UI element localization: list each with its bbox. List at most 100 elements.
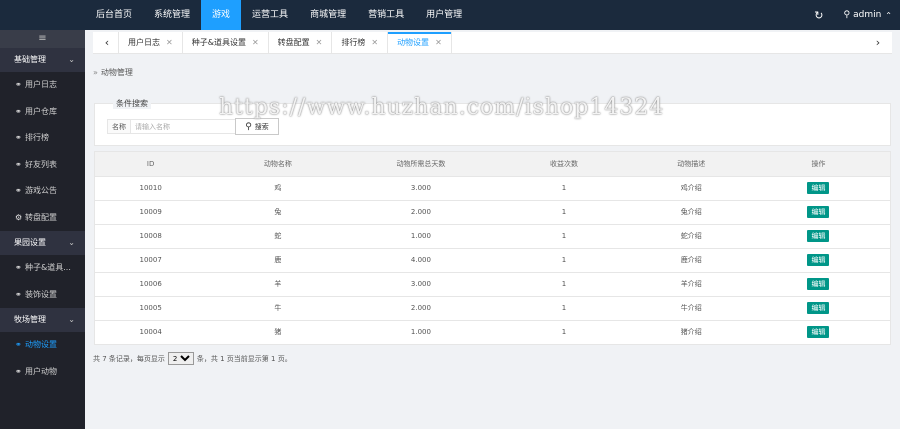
close-icon[interactable]: ✕: [166, 38, 173, 47]
top-nav: 后台首页 系统管理 游戏 运营工具 商城管理 营销工具 用户管理: [85, 0, 473, 30]
chevron-up-icon[interactable]: ⌃: [885, 11, 892, 20]
page-size-select[interactable]: 20: [167, 352, 194, 365]
sidebar-item-decoration[interactable]: ⚭ 装饰设置: [0, 282, 85, 309]
table-row: 10004 猪 1.000 1 猪介绍 编辑: [95, 320, 890, 344]
filter-panel: 条件搜索 名称 ⚲ 搜索: [94, 98, 891, 146]
link-icon: ⚭: [15, 80, 22, 89]
cell-id: 10008: [139, 232, 162, 240]
sidebar-group-orchard[interactable]: 果园设置 ⌄: [0, 231, 85, 255]
cell-id: 10005: [139, 304, 162, 312]
cell-op: 编辑: [747, 224, 890, 248]
chevron-left-icon[interactable]: ‹: [97, 32, 117, 54]
refresh-icon[interactable]: ↻: [814, 9, 823, 22]
tab-wheel-config[interactable]: 转盘配置 ✕: [267, 32, 332, 54]
table-row: 10007 鹿 4.000 1 鹿介绍 编辑: [95, 248, 890, 272]
cell-id: 10004: [139, 328, 162, 337]
tab-label: 排行榜: [341, 38, 366, 47]
sidebar-group-basic[interactable]: 基础管理 ⌄: [0, 48, 85, 72]
tab-animal-settings[interactable]: 动物设置 ✕: [387, 32, 452, 54]
search-button-label: 搜索: [254, 122, 269, 131]
cell-days: 1.000: [410, 328, 431, 337]
table-row: 10009 兔 2.000 1 兔介绍 编辑: [95, 200, 890, 224]
sidebar-item-user-animals[interactable]: ⚭ 用户动物: [0, 359, 85, 386]
cell-name: 猪: [274, 328, 282, 337]
sidebar-item-label: 装饰设置: [25, 289, 57, 299]
sidebar-item-friends[interactable]: ⚭ 好友列表: [0, 152, 85, 179]
chevron-down-icon: ⌄: [68, 238, 75, 247]
tab-seeds-props[interactable]: 种子&道具设置 ✕: [181, 32, 268, 54]
cell-op: 编辑: [747, 200, 890, 224]
table-row: 10010 鸡 3.000 1 鸡介绍 编辑: [95, 176, 890, 200]
edit-button[interactable]: 编辑: [807, 254, 830, 266]
cell-days: 2.000: [410, 304, 431, 312]
cell-desc: 蛇介绍: [680, 232, 702, 240]
nav-marketing[interactable]: 营销工具: [357, 0, 415, 30]
search-button[interactable]: ⚲ 搜索: [235, 118, 279, 135]
sidebar-item-leaderboard[interactable]: ⚭ 排行榜: [0, 125, 85, 152]
nav-users[interactable]: 用户管理: [415, 0, 473, 30]
pager-prefix: 共 7 条记录，每页显示: [93, 354, 165, 363]
sidebar: ≡ 基础管理 ⌄ ⚭ 用户日志 ⚭ 用户仓库 ⚭ 排行榜 ⚭ 好友列表 ⚭ 游戏公告 ⚙ 转…: [0, 30, 85, 429]
sidebar-toggle[interactable]: ≡: [0, 30, 85, 48]
sidebar-group-label: 牧场管理: [14, 315, 46, 324]
sidebar-item-animal-settings[interactable]: ⚭ 动物设置: [0, 332, 85, 359]
sidebar-item-announcements[interactable]: ⚭ 游戏公告: [0, 178, 85, 205]
column-header: 操作: [811, 159, 826, 168]
chevron-down-icon: ⌄: [68, 55, 75, 64]
cell-count: 1: [561, 256, 567, 264]
column-header: 动物所需总天数: [396, 159, 446, 168]
tab-label: 种子&道具设置: [191, 38, 246, 47]
link-icon: ⚭: [15, 289, 22, 299]
table-row: 10008 蛇 1.000 1 蛇介绍 编辑: [95, 224, 890, 248]
sidebar-item-seeds-props[interactable]: ⚭ 种子&道具...: [0, 255, 85, 282]
top-right: ↻ ⚲ admin ⌃: [814, 0, 892, 30]
close-icon[interactable]: ✕: [252, 38, 259, 47]
cell-days: 4.000: [410, 256, 431, 264]
sidebar-item-label: 用户动物: [25, 366, 57, 376]
edit-button[interactable]: 编辑: [807, 278, 830, 290]
chevron-right-icon[interactable]: ›: [868, 32, 888, 54]
edit-button[interactable]: 编辑: [807, 326, 830, 339]
user-icon: ⚲: [843, 10, 851, 20]
close-icon[interactable]: ✕: [316, 38, 323, 47]
nav-mall[interactable]: 商城管理: [299, 0, 357, 30]
cell-days: 3.000: [410, 280, 431, 288]
tab-label: 转盘配置: [277, 38, 310, 47]
sidebar-item-wheel-config[interactable]: ⚙ 转盘配置: [0, 205, 85, 232]
sidebar-item-label: 动物设置: [25, 340, 57, 349]
tab-user-log[interactable]: 用户日志 ✕: [118, 32, 182, 54]
nav-game[interactable]: 游戏: [201, 0, 242, 30]
cell-desc: 鹿介绍: [680, 256, 702, 264]
cell-desc: 鸡介绍: [680, 184, 702, 192]
nav-home[interactable]: 后台首页: [85, 0, 143, 30]
cell-count: 1: [561, 232, 567, 240]
sidebar-group-ranch[interactable]: 牧场管理 ⌄: [0, 308, 85, 332]
link-icon: ⚭: [15, 366, 22, 376]
cell-desc: 猪介绍: [680, 328, 702, 337]
animal-table: ID 动物名称 动物所需总天数 收益次数 动物描述 操作 10010 鸡 3.0…: [94, 151, 891, 345]
breadcrumb: » 动物管理: [93, 67, 133, 78]
cell-name: 牛: [274, 304, 282, 312]
nav-system[interactable]: 系统管理: [143, 0, 201, 30]
close-icon[interactable]: ✕: [371, 38, 378, 47]
edit-button[interactable]: 编辑: [807, 206, 830, 218]
edit-button[interactable]: 编辑: [807, 230, 830, 242]
sidebar-item-user-warehouse[interactable]: ⚭ 用户仓库: [0, 99, 85, 126]
link-icon: ⚭: [15, 106, 22, 116]
column-header: ID: [146, 159, 155, 168]
column-header: 动物描述: [677, 159, 706, 168]
cell-op: 编辑: [747, 296, 890, 320]
edit-button[interactable]: 编辑: [807, 302, 830, 314]
cell-name: 蛇: [274, 232, 282, 240]
sidebar-item-label: 种子&道具...: [25, 263, 71, 272]
sidebar-item-user-log[interactable]: ⚭ 用户日志: [0, 72, 85, 99]
edit-button[interactable]: 编辑: [807, 182, 830, 194]
user-name[interactable]: admin: [853, 10, 881, 20]
cell-count: 1: [561, 280, 567, 288]
tab-leaderboard[interactable]: 排行榜 ✕: [331, 32, 387, 54]
nav-ops-tools[interactable]: 运营工具: [241, 0, 299, 30]
close-icon[interactable]: ✕: [435, 38, 442, 47]
tab-label: 动物设置: [397, 38, 430, 47]
sidebar-item-label: 转盘配置: [25, 212, 57, 222]
cell-count: 1: [561, 208, 567, 216]
